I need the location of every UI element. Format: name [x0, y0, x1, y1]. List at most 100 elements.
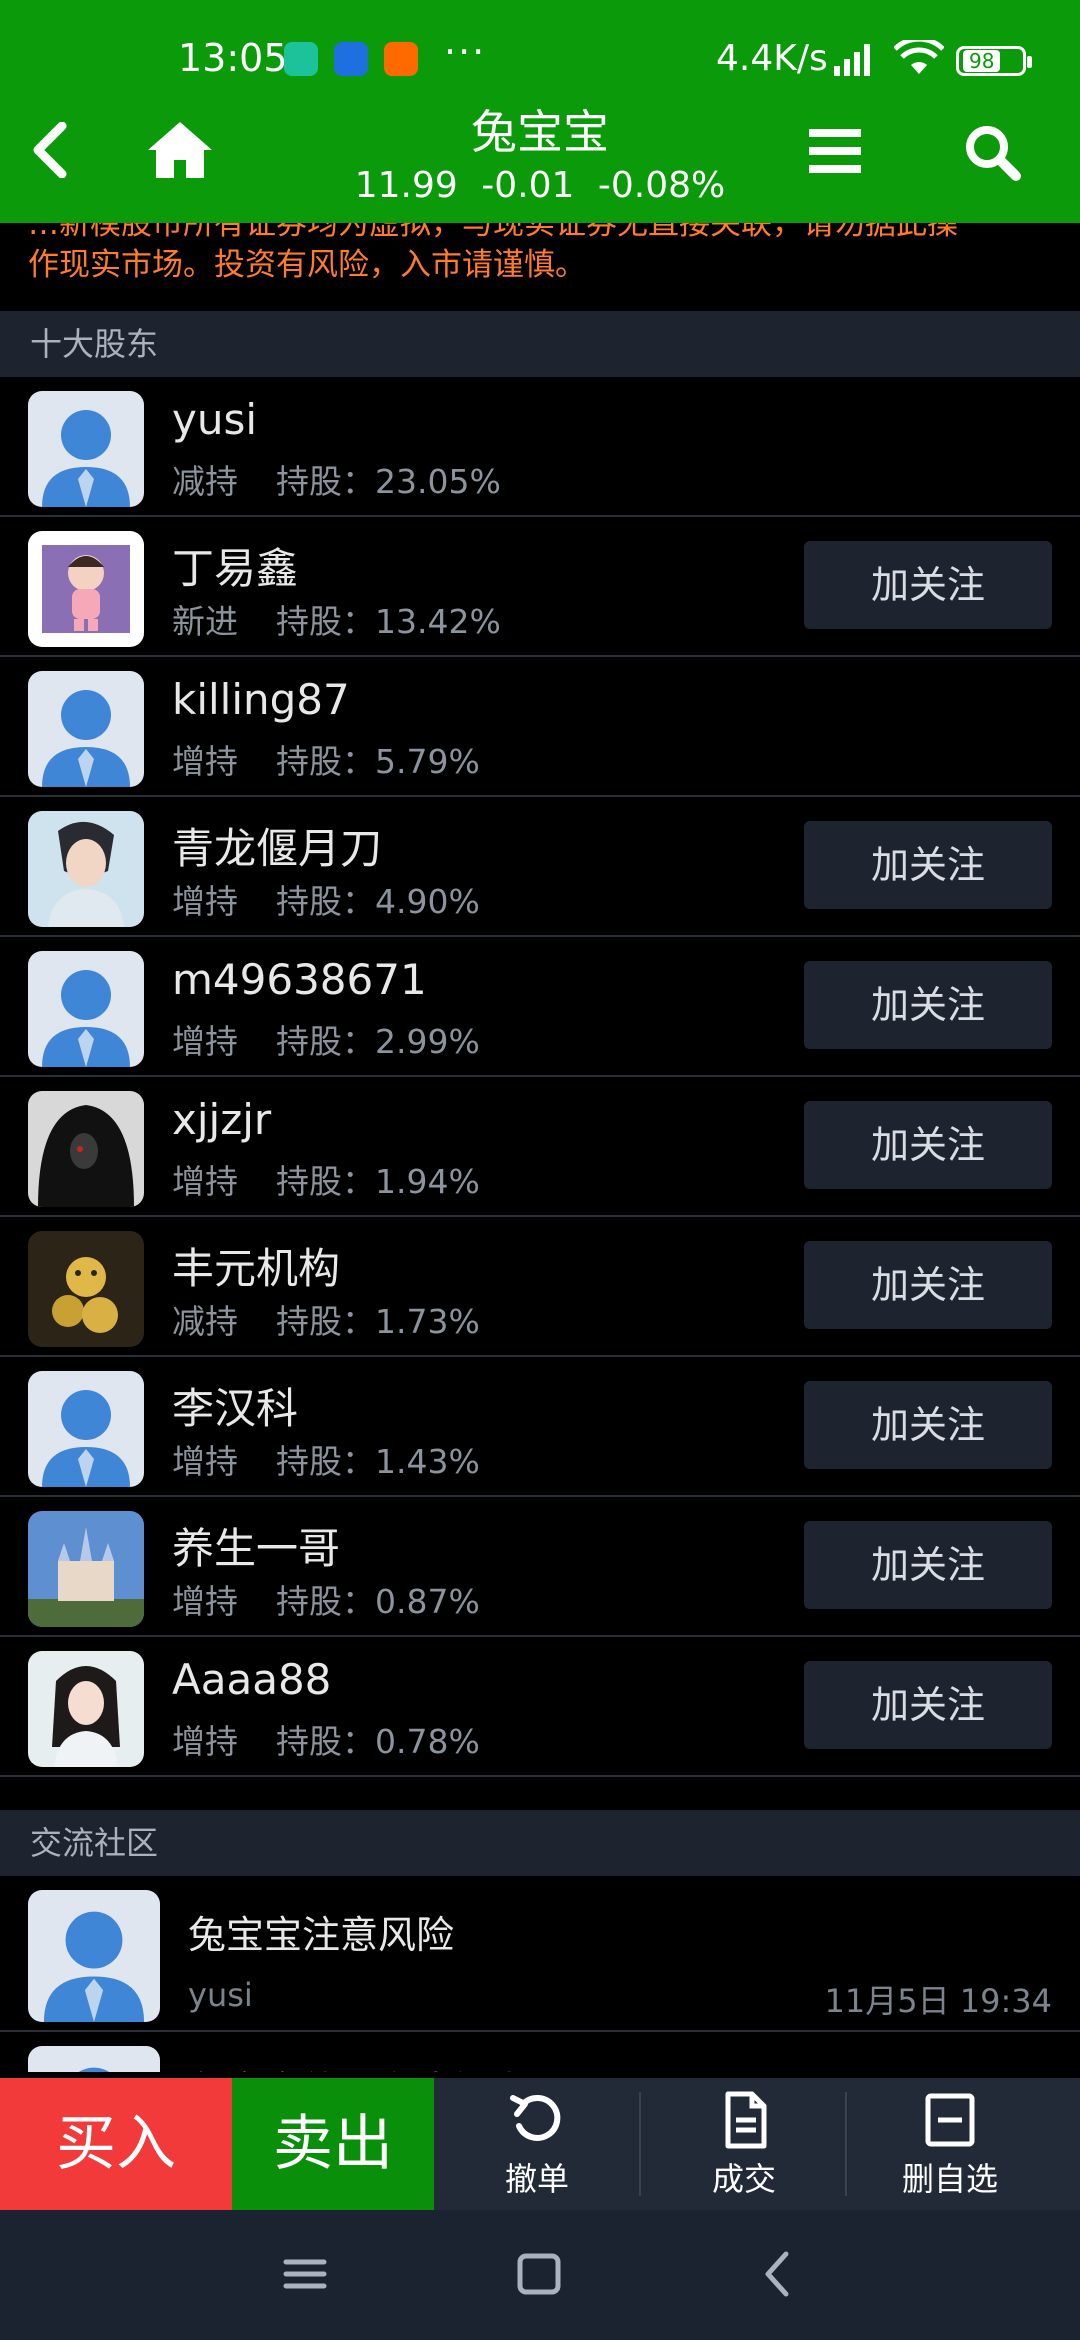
wifi-icon — [894, 40, 944, 74]
shareholder-name: 养生一哥 — [172, 1524, 341, 1573]
holding-action: 增持 — [172, 882, 238, 921]
default-avatar — [28, 951, 144, 1067]
shareholder-meta: 增持 持股：2.99% — [172, 1015, 480, 1063]
share-percent: 2.99% — [375, 1022, 480, 1061]
network-speed: 4.4K/s — [716, 38, 828, 79]
shareholder-name: killing87 — [172, 675, 350, 724]
remove-box-icon — [925, 2093, 975, 2147]
shareholder-row[interactable]: 养生一哥 增持 持股：0.87% 加关注 — [0, 1497, 1080, 1637]
remove-watchlist-button[interactable]: 删自选 — [847, 2078, 1053, 2210]
holding-action: 减持 — [172, 462, 238, 501]
follow-button[interactable]: 加关注 — [804, 821, 1052, 909]
follow-button[interactable]: 加关注 — [804, 961, 1052, 1049]
share-label: 持股： — [276, 1442, 375, 1481]
shareholder-name: 青龙偃月刀 — [172, 824, 383, 873]
share-percent: 0.87% — [375, 1582, 480, 1621]
shareholder-meta: 增持 持股：5.79% — [172, 735, 480, 783]
shareholder-meta: 增持 持股：0.78% — [172, 1715, 480, 1763]
shareholder-name: 丰元机构 — [172, 1244, 341, 1293]
search-icon — [966, 126, 1021, 181]
sell-button[interactable]: 卖出 — [232, 2078, 434, 2210]
follow-button[interactable]: 加关注 — [804, 1521, 1052, 1609]
document-icon — [725, 2091, 767, 2149]
post-title: 兔宝宝注意风险 — [188, 1913, 455, 1957]
share-percent: 5.79% — [375, 742, 480, 781]
stock-change-pct: -0.08% — [597, 165, 726, 206]
holding-action: 增持 — [172, 1442, 238, 1481]
section-header-community: 交流社区 — [0, 1810, 1080, 1876]
shareholder-meta: 增持 持股：4.90% — [172, 875, 480, 923]
community-post[interactable]: 兔宝宝注意风险 yusi 11月5日 19:34 — [0, 1876, 1080, 2032]
shareholder-name: yusi — [172, 395, 258, 444]
follow-button[interactable]: 加关注 — [804, 541, 1052, 629]
back-nav-icon[interactable] — [756, 2244, 802, 2304]
trade-toolbar: 买入 卖出 撤单 成交 删自选 — [0, 2078, 1080, 2210]
shareholder-name: 丁易鑫 — [172, 544, 299, 593]
shareholder-row[interactable]: Aaaa88 增持 持股：0.78% 加关注 — [0, 1637, 1080, 1777]
follow-button[interactable]: 加关注 — [804, 1241, 1052, 1329]
shareholder-meta: 减持 持股：1.73% — [172, 1295, 480, 1343]
follow-button[interactable]: 加关注 — [804, 1381, 1052, 1469]
buy-button[interactable]: 买入 — [0, 2078, 232, 2210]
battery-icon: 98 — [956, 46, 1032, 76]
shareholder-row[interactable]: m49638671 增持 持股：2.99% 加关注 — [0, 937, 1080, 1077]
community-post[interactable]: 兔宝宝的股东告知书 — [0, 2032, 1080, 2072]
shareholder-meta: 增持 持股：1.43% — [172, 1435, 480, 1483]
recent-apps-icon[interactable] — [282, 2244, 328, 2304]
disclaimer-partial-line: …新模股市所有证券均为虚拟，与现实证券无直接关联，请勿据此操 — [28, 223, 958, 242]
shareholder-row[interactable]: 青龙偃月刀 增持 持股：4.90% 加关注 — [0, 797, 1080, 937]
share-percent: 23.05% — [375, 462, 501, 501]
shareholder-name: Aaaa88 — [172, 1655, 332, 1704]
share-label: 持股： — [276, 462, 375, 501]
woman-portrait-avatar — [28, 1651, 144, 1767]
holding-action: 增持 — [172, 1722, 238, 1761]
mi-app-icon — [384, 42, 418, 76]
share-label: 持股： — [276, 602, 375, 641]
undo-icon — [510, 2095, 561, 2141]
section-header-shareholders: 十大股东 — [0, 311, 1080, 377]
shareholder-row[interactable]: 李汉科 增持 持股：1.43% 加关注 — [0, 1357, 1080, 1497]
default-avatar — [28, 2046, 160, 2072]
stock-change: -0.01 — [481, 165, 575, 206]
share-percent: 0.78% — [375, 1722, 480, 1761]
search-button[interactable] — [952, 112, 1032, 192]
shareholder-name: 李汉科 — [172, 1384, 299, 1433]
holding-action: 增持 — [172, 1022, 238, 1061]
menu-button[interactable] — [800, 118, 870, 184]
share-label: 持股： — [276, 1582, 375, 1621]
share-percent: 1.94% — [375, 1162, 480, 1201]
share-percent: 4.90% — [375, 882, 480, 921]
signal-icon — [834, 44, 870, 76]
shareholder-meta: 新进 持股：13.42% — [172, 595, 501, 643]
post-author: yusi — [188, 1976, 253, 2014]
risk-disclaimer: …新模股市所有证券均为虚拟，与现实证券无直接关联，请勿据此操 作现实市场。投资有… — [28, 223, 1058, 286]
shareholder-name: m49638671 — [172, 955, 427, 1004]
status-time: 13:05 — [178, 36, 288, 80]
shareholder-row[interactable]: 丰元机构 减持 持股：1.73% 加关注 — [0, 1217, 1080, 1357]
follow-button[interactable]: 加关注 — [804, 1101, 1052, 1189]
share-label: 持股： — [276, 1302, 375, 1341]
shareholder-meta: 增持 持股：0.87% — [172, 1575, 480, 1623]
shareholder-row[interactable]: yusi 减持 持股：23.05% — [0, 377, 1080, 517]
hamburger-menu-icon — [809, 129, 861, 173]
shareholder-row[interactable]: 丁易鑫 新进 持股：13.42% 加关注 — [0, 517, 1080, 657]
home-nav-icon[interactable] — [516, 2244, 562, 2304]
share-label: 持股： — [276, 1162, 375, 1201]
share-percent: 1.73% — [375, 1302, 480, 1341]
default-avatar — [28, 671, 144, 787]
shareholder-row[interactable]: killing87 增持 持股：5.79% — [0, 657, 1080, 797]
cartoon-girl-avatar — [28, 531, 144, 647]
share-percent: 13.42% — [375, 602, 501, 641]
holding-action: 增持 — [172, 742, 238, 781]
holding-action: 增持 — [172, 1582, 238, 1621]
dark-portrait-avatar — [28, 1091, 144, 1207]
stock-quote: 11.99 -0.01 -0.08% — [0, 165, 1080, 206]
default-avatar — [28, 1371, 144, 1487]
cancel-order-button[interactable]: 撤单 — [434, 2078, 640, 2210]
follow-button[interactable]: 加关注 — [804, 1661, 1052, 1749]
app-header: 13:05 ··· 4.4K/s 98 兔宝宝 11.99 -0.01 -0.0… — [0, 0, 1080, 223]
system-nav-bar — [0, 2210, 1080, 2340]
deals-button[interactable]: 成交 — [641, 2078, 847, 2210]
shareholder-row[interactable]: xjjzjr 增持 持股：1.94% 加关注 — [0, 1077, 1080, 1217]
stock-name: 兔宝宝 — [471, 105, 609, 159]
